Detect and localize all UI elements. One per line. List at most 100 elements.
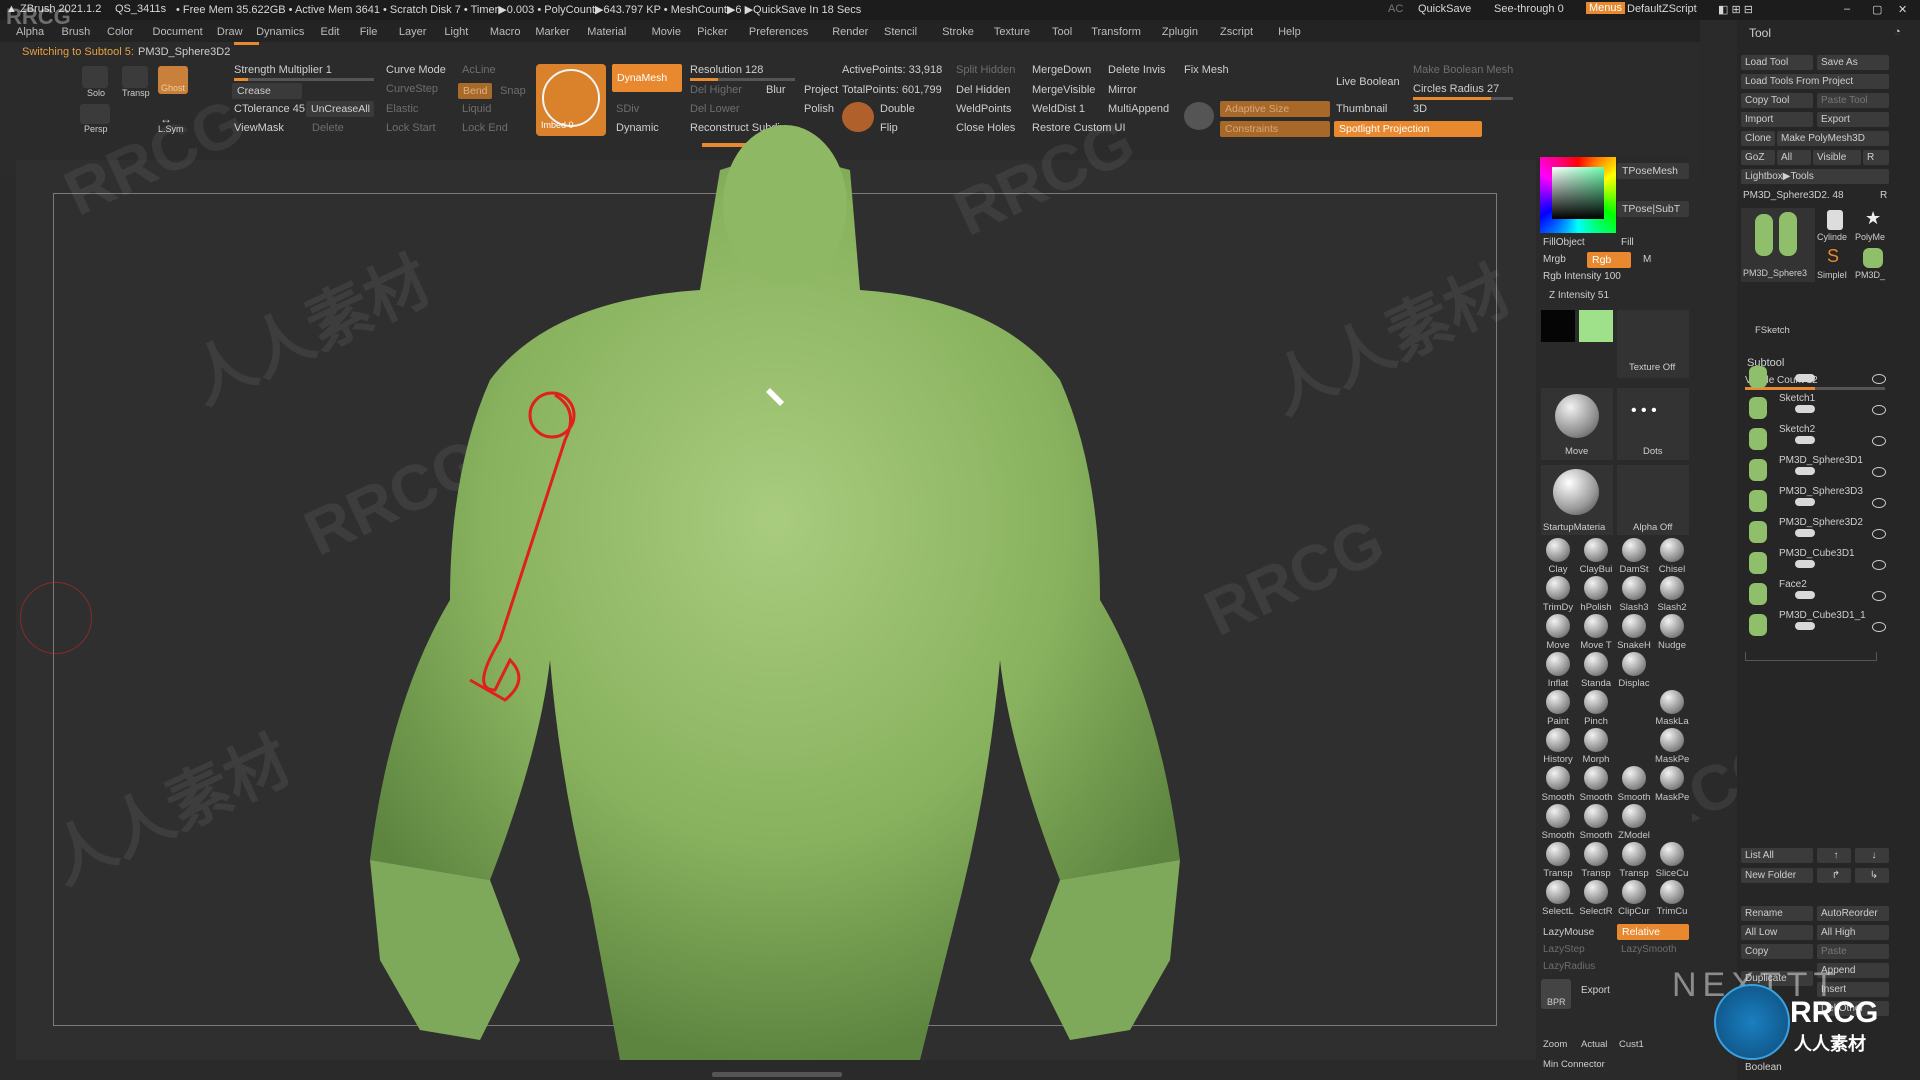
brush-chisel[interactable]: Chisel [1655, 538, 1689, 575]
tool-thumbnail-main[interactable]: PM3D_Sphere3 [1741, 208, 1815, 282]
move-down-icon[interactable]: ↓ [1855, 848, 1889, 863]
goz-visible-button[interactable]: Visible [1813, 150, 1861, 165]
brush-morph[interactable]: Morph [1579, 728, 1613, 765]
material-slot[interactable]: StartupMateria [1541, 465, 1613, 535]
lightbox-tools-button[interactable]: Lightbox▶Tools [1741, 169, 1889, 184]
subtool-row[interactable]: PM3D_Cube3D1_1 [1745, 610, 1890, 640]
boolean-section[interactable]: Boolean [1745, 1062, 1782, 1073]
brush-standa[interactable]: Standa [1579, 652, 1613, 689]
rename-button[interactable]: Rename [1741, 906, 1813, 921]
cust1-button[interactable]: Cust1 [1619, 1039, 1644, 1050]
visibility-eye-icon[interactable] [1872, 529, 1886, 539]
tool-thumbnail-cylinder[interactable]: Cylinde [1817, 208, 1853, 246]
brush-smooth[interactable]: Smooth [1617, 766, 1651, 803]
list-all-button[interactable]: List All [1741, 848, 1813, 863]
subtool-row[interactable]: PM3D_Sphere3D2 [1745, 517, 1890, 547]
goz-button[interactable]: GoZ [1741, 150, 1775, 165]
m-button[interactable]: M [1643, 254, 1651, 265]
visibility-eye-icon[interactable] [1872, 560, 1886, 570]
folder-out-icon[interactable]: ↱ [1817, 868, 1851, 883]
brush-slot[interactable]: Move [1541, 388, 1613, 460]
brush-clipcur[interactable]: ClipCur [1617, 880, 1651, 917]
tool-thumbnail-simplebrush[interactable]: S SimpleI [1817, 246, 1853, 284]
autoreorder-button[interactable]: AutoReorder [1817, 906, 1889, 921]
brush-slicecu[interactable]: SliceCu [1655, 842, 1689, 879]
all-low-button[interactable]: All Low [1741, 925, 1813, 940]
copy-tool-button[interactable]: Copy Tool [1741, 93, 1813, 108]
brush-zmodel[interactable]: ZModel [1617, 804, 1651, 841]
color-picker[interactable] [1540, 157, 1616, 233]
brush-trimcu[interactable]: TrimCu [1655, 880, 1689, 917]
folder-in-icon[interactable]: ↳ [1855, 868, 1889, 883]
tpose-subt-button[interactable]: TPose|SubT [1617, 201, 1689, 217]
brush-pinch[interactable]: Pinch [1579, 690, 1613, 727]
fill-button[interactable]: Fill [1621, 237, 1634, 248]
visibility-eye-icon[interactable] [1872, 374, 1886, 384]
load-tools-from-project-button[interactable]: Load Tools From Project [1741, 74, 1889, 89]
brush-nudge[interactable]: Nudge [1655, 614, 1689, 651]
lazymouse-button[interactable]: LazyMouse [1543, 927, 1594, 938]
subtool-polypaint-toggle[interactable] [1795, 405, 1815, 413]
visibility-eye-icon[interactable] [1872, 591, 1886, 601]
subtool-polypaint-toggle[interactable] [1795, 622, 1815, 630]
load-tool-button[interactable]: Load Tool [1741, 55, 1813, 70]
brush-trimdy[interactable]: TrimDy [1541, 576, 1575, 613]
brush-transp[interactable]: Transp [1579, 842, 1613, 879]
brush-maskpe[interactable]: MaskPe [1655, 728, 1689, 765]
paste-button[interactable]: Paste [1817, 944, 1889, 959]
visibility-eye-icon[interactable] [1872, 622, 1886, 632]
lazystep-slider[interactable]: LazyStep [1543, 944, 1585, 955]
brush-move-t[interactable]: Move T [1579, 614, 1613, 651]
current-tool-r[interactable]: R [1880, 190, 1887, 201]
actual-button[interactable]: Actual [1581, 1039, 1607, 1050]
texture-slot[interactable]: Texture Off [1617, 310, 1689, 378]
brush-clay[interactable]: Clay [1541, 538, 1575, 575]
subtool-polypaint-toggle[interactable] [1795, 529, 1815, 537]
panel-collapse-icon[interactable]: ◔ [1894, 26, 1901, 38]
brush-hpolish[interactable]: hPolish [1579, 576, 1613, 613]
brush-inflat[interactable]: Inflat [1541, 652, 1575, 689]
stroke-slot[interactable]: • • • Dots [1617, 388, 1689, 460]
brush-maskpe[interactable]: MaskPe [1655, 766, 1689, 803]
tool-thumbnail-polymesh[interactable]: ★ PolyMe [1855, 208, 1891, 246]
brush-history[interactable]: History [1541, 728, 1575, 765]
subtool-polypaint-toggle[interactable] [1795, 374, 1815, 382]
mrgb-button[interactable]: Mrgb [1543, 254, 1566, 265]
clone-button[interactable]: Clone [1741, 131, 1775, 146]
make-polymesh3d-button[interactable]: Make PolyMesh3D [1777, 131, 1889, 146]
subtool-row[interactable]: Face2 [1745, 579, 1890, 609]
brush-paint[interactable]: Paint [1541, 690, 1575, 727]
rgb-button[interactable]: Rgb [1587, 252, 1631, 268]
brush-smooth[interactable]: Smooth [1579, 766, 1613, 803]
canvas-scroll-handle[interactable] [712, 1072, 842, 1077]
subtool-polypaint-toggle[interactable] [1795, 560, 1815, 568]
relative-button[interactable]: Relative [1617, 924, 1689, 940]
lazysmooth-slider[interactable]: LazySmooth [1621, 944, 1677, 955]
brush-transp[interactable]: Transp [1617, 842, 1651, 879]
brush-smooth[interactable]: Smooth [1541, 804, 1575, 841]
primary-color-swatch[interactable] [1579, 310, 1613, 342]
brush-smooth[interactable]: Smooth [1541, 766, 1575, 803]
lazyradius-slider[interactable]: LazyRadius [1543, 961, 1595, 972]
fillobject-button[interactable]: FillObject [1543, 237, 1585, 248]
secondary-color-swatch[interactable] [1541, 310, 1575, 342]
move-up-icon[interactable]: ↑ [1817, 848, 1851, 863]
brush-snakeh[interactable]: SnakeH [1617, 614, 1651, 651]
all-high-button[interactable]: All High [1817, 925, 1889, 940]
zoom-button[interactable]: Zoom [1543, 1039, 1567, 1050]
subtool-row[interactable]: PM3D_Sphere3D3 [1745, 486, 1890, 516]
export-button[interactable]: Export [1581, 985, 1610, 996]
brush-slash2[interactable]: Slash2 [1655, 576, 1689, 613]
goz-r-button[interactable]: R [1863, 150, 1889, 165]
visibility-eye-icon[interactable] [1872, 498, 1886, 508]
color-square[interactable] [1552, 167, 1604, 219]
subtool-row[interactable]: Sketch2 [1745, 424, 1890, 454]
tool-thumbnail-pm3d[interactable]: PM3D_ [1855, 248, 1891, 284]
min-connector-slider[interactable]: Min Connector [1543, 1059, 1605, 1070]
export-button[interactable]: Export [1817, 112, 1889, 127]
visibility-eye-icon[interactable] [1872, 405, 1886, 415]
alpha-slot[interactable]: Alpha Off [1617, 465, 1689, 535]
brush-damst[interactable]: DamSt [1617, 538, 1651, 575]
current-tool-slider[interactable]: PM3D_Sphere3D2. 48 [1743, 190, 1844, 201]
brush-transp[interactable]: Transp [1541, 842, 1575, 879]
